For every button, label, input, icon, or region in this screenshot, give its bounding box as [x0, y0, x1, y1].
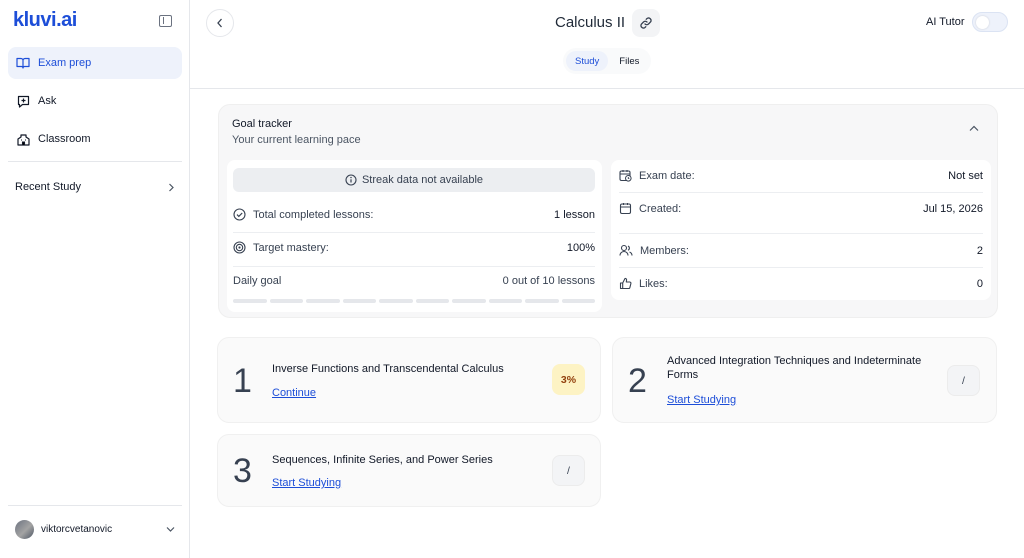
row-divider — [619, 233, 983, 234]
likes-row: Likes: 0 — [619, 277, 983, 290]
users-icon — [619, 244, 633, 257]
row-label: Total completed lessons: — [253, 208, 374, 221]
row-divider — [619, 267, 983, 268]
ai-tutor-label: AI Tutor — [926, 16, 965, 28]
check-circle-icon — [233, 208, 246, 221]
daily-goal-progress-bar — [233, 299, 595, 303]
row-value: 0 — [976, 277, 983, 290]
back-button[interactable] — [206, 9, 234, 37]
chevron-left-icon — [216, 18, 224, 28]
book-icon — [16, 56, 30, 70]
tab-study[interactable]: Study — [566, 51, 609, 71]
chevron-up-icon[interactable] — [969, 125, 979, 132]
target-icon — [233, 241, 246, 254]
ai-tutor-toggle[interactable] — [972, 12, 1008, 32]
calendar-clock-icon — [619, 169, 632, 182]
daily-goal-row: Daily goal 0 out of 10 lessons — [233, 275, 595, 287]
user-name: viktorcvetanovic — [41, 524, 113, 535]
row-divider — [619, 192, 983, 193]
row-label: Exam date: — [639, 169, 695, 182]
sidebar-item-label: Ask — [38, 95, 57, 107]
calendar-icon — [619, 202, 632, 215]
streak-message: Streak data not available — [361, 174, 484, 186]
sidebar: kluvi.ai Exam prep Ask Classroom Recent … — [0, 0, 190, 558]
goal-tracker-title: Goal tracker — [232, 118, 292, 130]
sidebar-collapse-icon[interactable] — [159, 15, 172, 27]
tab-files[interactable]: Files — [610, 51, 648, 71]
sidebar-divider — [8, 161, 182, 162]
lesson-progress-badge: 3% — [552, 364, 585, 395]
lesson-number: 1 — [233, 362, 252, 400]
progress-segment — [561, 299, 595, 303]
sidebar-item-classroom[interactable]: Classroom — [8, 123, 182, 155]
progress-segment — [415, 299, 449, 303]
row-divider — [233, 232, 595, 233]
page-title: Calculus II — [555, 14, 626, 31]
sidebar-item-ask[interactable]: Ask — [8, 85, 182, 117]
view-tabs: Study Files — [563, 48, 652, 74]
row-value: 1 lesson — [554, 208, 595, 221]
streak-banner: Streak data not available — [233, 168, 595, 192]
progress-segment — [342, 299, 376, 303]
lesson-card[interactable]: 1 Inverse Functions and Transcendental C… — [217, 337, 601, 423]
goal-tracker-subtitle: Your current learning pace — [232, 134, 361, 146]
start-studying-link[interactable]: Start Studying — [667, 394, 736, 406]
recent-study-toggle[interactable]: Recent Study — [15, 181, 175, 193]
row-value: Jul 15, 2026 — [923, 202, 983, 215]
created-row: Created: Jul 15, 2026 — [619, 202, 983, 215]
progress-segment — [233, 299, 267, 303]
exam-info-panel: Exam date: Not set Created: Jul 15, 2026… — [611, 160, 991, 300]
row-label: Members: — [640, 244, 689, 257]
target-mastery-row: Target mastery: 100% — [233, 241, 595, 254]
lesson-title: Sequences, Infinite Series, and Power Se… — [272, 454, 493, 466]
progress-segment — [379, 299, 413, 303]
goal-tracker-card: Goal tracker Your current learning pace … — [218, 104, 998, 318]
row-value: Not set — [948, 169, 983, 182]
avatar — [15, 520, 34, 539]
start-studying-link[interactable]: Start Studying — [272, 477, 341, 489]
lesson-number: 2 — [628, 362, 647, 400]
row-label: Created: — [639, 202, 682, 215]
sidebar-item-exam-prep[interactable]: Exam prep — [8, 47, 182, 79]
exam-date-row: Exam date: Not set — [619, 169, 983, 182]
chevron-down-icon — [166, 526, 175, 533]
progress-segment — [525, 299, 559, 303]
user-menu[interactable]: viktorcvetanovic — [15, 520, 175, 539]
progress-segment — [488, 299, 522, 303]
copy-link-button[interactable] — [632, 9, 660, 37]
thumbs-up-icon — [619, 277, 632, 290]
row-divider — [233, 266, 595, 267]
lesson-title: Inverse Functions and Transcendental Cal… — [272, 363, 504, 375]
sidebar-divider — [8, 505, 182, 506]
completed-lessons-row: Total completed lessons: 1 lesson — [233, 208, 595, 221]
lesson-progress-badge: / — [947, 365, 980, 396]
chat-plus-icon — [16, 94, 30, 108]
row-label: Target mastery: — [253, 241, 329, 254]
lesson-card[interactable]: 3 Sequences, Infinite Series, and Power … — [217, 434, 601, 507]
lesson-progress-badge: / — [552, 455, 585, 486]
row-value: 100% — [566, 241, 595, 254]
lesson-card[interactable]: 2 Advanced Integration Techniques and In… — [612, 337, 997, 423]
row-label: Daily goal — [233, 275, 282, 287]
row-value: 0 out of 10 lessons — [502, 275, 595, 287]
goal-stats-panel: Streak data not available Total complete… — [227, 160, 602, 312]
progress-segment — [452, 299, 486, 303]
building-icon — [16, 132, 30, 146]
progress-segment — [269, 299, 303, 303]
members-row: Members: 2 — [619, 244, 983, 257]
kluvi-logo[interactable]: kluvi.ai — [13, 9, 77, 32]
chevron-right-icon — [167, 183, 175, 192]
link-icon — [639, 16, 653, 30]
sidebar-item-label: Exam prep — [38, 57, 92, 69]
lesson-number: 3 — [233, 452, 252, 490]
lesson-title: Advanced Integration Techniques and Inde… — [667, 355, 922, 381]
recent-study-label: Recent Study — [15, 181, 82, 193]
sidebar-item-label: Classroom — [38, 133, 91, 145]
continue-link[interactable]: Continue — [272, 387, 316, 399]
row-label: Likes: — [639, 277, 668, 290]
info-icon — [345, 174, 357, 186]
header-divider — [190, 88, 1024, 89]
progress-segment — [306, 299, 340, 303]
row-value: 2 — [976, 244, 983, 257]
